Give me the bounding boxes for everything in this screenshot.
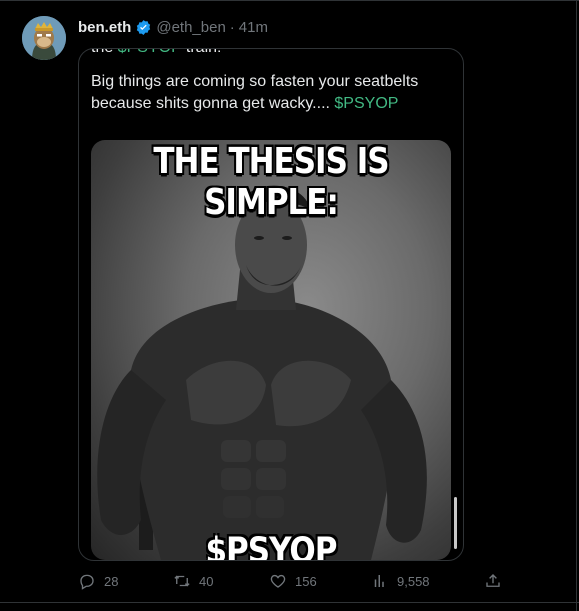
quoted-tweet-card[interactable]: the $PSYOP train! Big things are coming …	[78, 48, 464, 561]
author-handle[interactable]: @eth_ben	[156, 19, 225, 36]
retweet-count: 40	[199, 573, 214, 589]
view-count: 9,558	[397, 573, 430, 589]
reply-button[interactable]: 28	[78, 570, 118, 592]
reply-count: 28	[104, 573, 119, 589]
cashtag-link[interactable]: $PSYOP	[118, 49, 182, 56]
ape-avatar-icon	[22, 16, 66, 60]
scrollbar-thumb[interactable]	[454, 497, 457, 549]
quote-line-1: the $PSYOP train!	[91, 49, 222, 59]
meme-caption-top: THE THESIS IS SIMPLE:	[153, 140, 389, 224]
right-divider	[576, 0, 577, 611]
like-count: 156	[295, 573, 317, 589]
analytics-icon	[374, 575, 384, 587]
verified-badge-icon	[135, 19, 152, 36]
retweet-button[interactable]: 40	[173, 570, 213, 592]
tweet-actions: 28 40 156 9,558	[78, 570, 508, 592]
meme-image[interactable]: THE THESIS IS SIMPLE: $PSYOP	[91, 140, 451, 560]
reply-icon	[80, 574, 94, 590]
heart-icon	[270, 574, 286, 588]
avatar[interactable]	[22, 16, 66, 60]
cashtag-link[interactable]: $PSYOP	[334, 95, 398, 112]
timestamp[interactable]: 41m	[239, 19, 268, 36]
share-icon	[486, 574, 500, 587]
retweet-icon	[174, 575, 190, 587]
share-button[interactable]	[484, 570, 502, 592]
meme-caption-bottom: $PSYOP	[205, 530, 337, 560]
top-divider	[0, 0, 579, 1]
quote-line-1-suffix: train!	[186, 49, 222, 56]
quote-line-2: Big things are coming so fasten your sea…	[91, 73, 419, 90]
like-button[interactable]: 156	[269, 570, 317, 592]
quote-line-3-text: because shits gonna get wacky....	[91, 95, 330, 112]
author-name[interactable]: ben.eth	[78, 19, 131, 36]
quote-line-3: because shits gonna get wacky.... $PSYOP	[91, 93, 398, 115]
separator-dot: ·	[229, 18, 235, 36]
views-button[interactable]: 9,558	[371, 570, 430, 592]
tweet-header: ben.eth @eth_ben · 41m	[78, 17, 268, 37]
quote-line-1-prefix: the	[91, 49, 113, 56]
bottom-divider	[0, 602, 579, 603]
